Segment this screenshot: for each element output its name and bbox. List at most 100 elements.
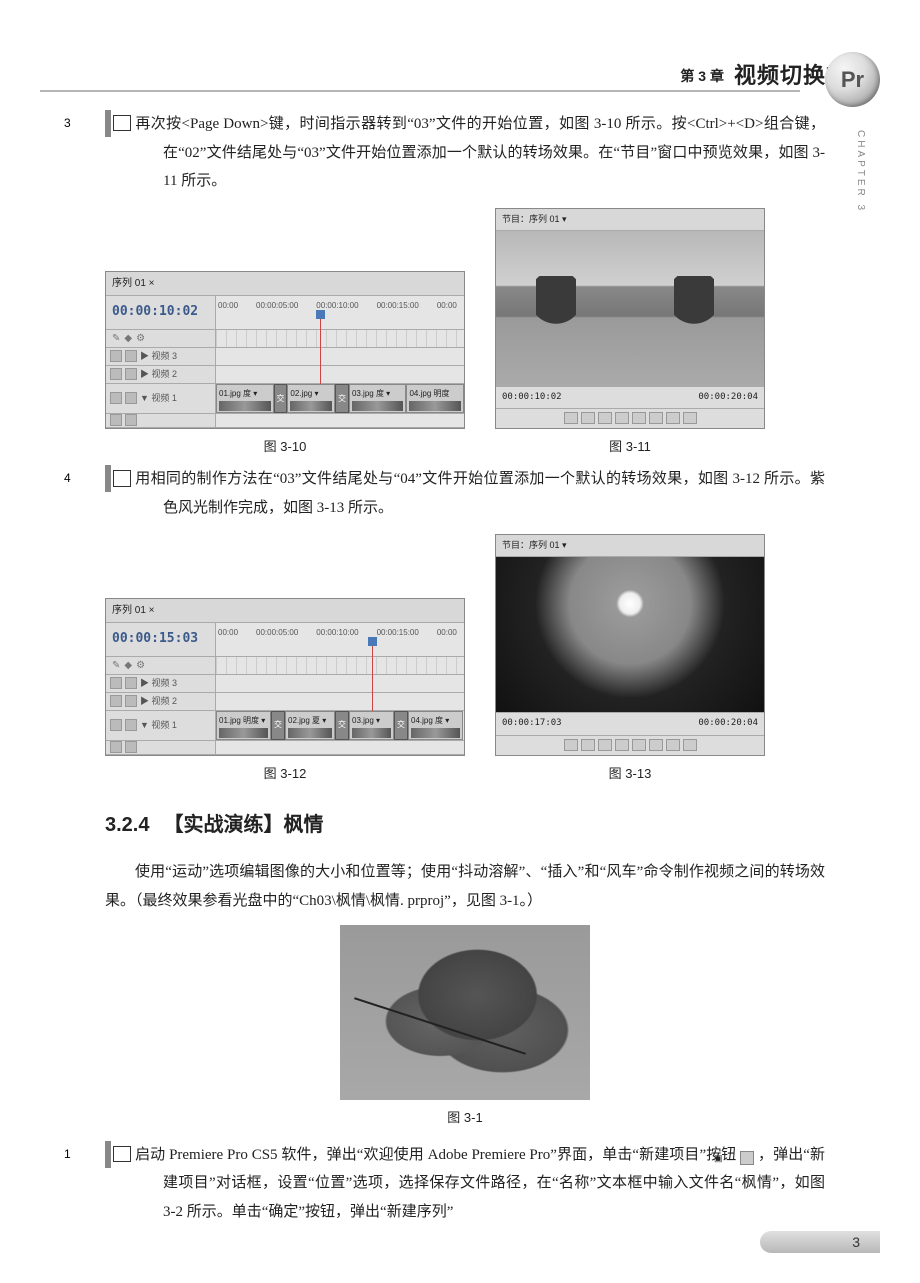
prev-button[interactable] bbox=[564, 412, 578, 424]
step-number: 1 bbox=[113, 1146, 131, 1162]
figure-3-13: 节目：序列 01 ▾ 00:00:17:03 00:00:20:04 bbox=[495, 534, 765, 786]
snap-icon[interactable]: ✎ bbox=[112, 656, 120, 675]
track-header-v3[interactable]: ▶ 视频 3 bbox=[106, 675, 216, 692]
transition-1[interactable]: 交 bbox=[271, 711, 285, 740]
clip-02[interactable]: 02.jpg ▾ bbox=[287, 384, 335, 413]
page-number: 3 bbox=[852, 1229, 860, 1256]
section-title-text: 【实战演练】枫情 bbox=[163, 814, 323, 836]
figure-row-1: 序列 01 × 00:00:10:02 00:0000:00:05:0000:0… bbox=[105, 208, 825, 460]
preview-image bbox=[496, 557, 764, 712]
eye-icon[interactable] bbox=[110, 695, 122, 707]
snap-icon[interactable]: ✎ bbox=[112, 329, 120, 348]
timeline-panel: 序列 01 × 00:00:10:02 00:0000:00:05:0000:0… bbox=[105, 271, 465, 429]
program-monitor: 节目：序列 01 ▾ 00:00:10:02 00:00:20:04 bbox=[495, 208, 765, 429]
eye-icon[interactable] bbox=[110, 677, 122, 689]
sequence-tab[interactable]: 序列 01 × bbox=[106, 272, 464, 296]
transition-1[interactable]: 交 bbox=[274, 384, 288, 413]
lock-icon[interactable] bbox=[125, 368, 137, 380]
marker-icon[interactable]: ◆ bbox=[124, 656, 132, 675]
monitor-tab[interactable]: 节目：序列 01 ▾ bbox=[496, 209, 764, 231]
track-header-v1[interactable]: ▼ 视频 1 bbox=[106, 384, 216, 413]
mark-in-button[interactable] bbox=[666, 412, 680, 424]
lock-icon[interactable] bbox=[125, 719, 137, 731]
section-heading: 3.2.4 【实战演练】枫情 bbox=[105, 806, 825, 844]
prev-button[interactable] bbox=[564, 739, 578, 751]
step-back-button[interactable] bbox=[581, 739, 595, 751]
clip-01[interactable]: 01.jpg 明度 ▾ bbox=[216, 711, 271, 740]
timeline-scrubber[interactable] bbox=[216, 657, 464, 674]
sequence-tab[interactable]: 序列 01 × bbox=[106, 599, 464, 623]
step-1-text-a: 启动 Premiere Pro CS5 软件，弹出“欢迎使用 Adobe Pre… bbox=[135, 1147, 736, 1163]
clip-04[interactable]: 04.jpg 明度 bbox=[406, 384, 464, 413]
step-back-button[interactable] bbox=[581, 412, 595, 424]
step-4-text: 用相同的制作方法在“03”文件结尾处与“04”文件开始位置添加一个默认的转场效果… bbox=[135, 471, 825, 516]
monitor-tab[interactable]: 节目：序列 01 ▾ bbox=[496, 535, 764, 557]
section-intro-paragraph: 使用“运动”选项编辑图像的大小和位置等；使用“抖动溶解”、“插入”和“风车”命令… bbox=[105, 858, 825, 915]
next-button[interactable] bbox=[632, 412, 646, 424]
track-controls bbox=[106, 414, 216, 427]
duration-timecode: 00:00:20:04 bbox=[698, 389, 758, 406]
track-header-v3[interactable]: ▶ 视频 3 bbox=[106, 348, 216, 365]
toggle-icon[interactable] bbox=[110, 741, 122, 753]
next-button[interactable] bbox=[632, 739, 646, 751]
marker-icon[interactable]: ◆ bbox=[124, 329, 132, 348]
eye-icon[interactable] bbox=[110, 719, 122, 731]
mark-out-button[interactable] bbox=[683, 412, 697, 424]
time-ruler[interactable]: 00:0000:00:05:0000:00:10:0000:00:15:0000… bbox=[216, 623, 464, 656]
toggle-icon[interactable] bbox=[125, 741, 137, 753]
video-track-1[interactable]: 01.jpg 明度 ▾ 交 02.jpg 夏 ▾ 交 03.jpg ▾ 交 04… bbox=[216, 711, 464, 740]
page-number-badge: 3 bbox=[760, 1231, 880, 1253]
timeline-tools: ✎ ◆ ⚙ bbox=[106, 330, 216, 347]
track-controls bbox=[106, 741, 216, 754]
timecode-display[interactable]: 00:00:10:02 bbox=[106, 296, 216, 329]
duration-timecode: 00:00:20:04 bbox=[698, 715, 758, 732]
mark-in-button[interactable] bbox=[666, 739, 680, 751]
loop-button[interactable] bbox=[649, 739, 663, 751]
lock-icon[interactable] bbox=[125, 392, 137, 404]
wrench-icon[interactable]: ⚙ bbox=[136, 656, 145, 675]
lock-icon[interactable] bbox=[125, 695, 137, 707]
premiere-logo-icon: Pr bbox=[825, 52, 880, 107]
figure-3-1: 图 3-1 bbox=[105, 925, 825, 1131]
video-track-1[interactable]: 01.jpg 度 ▾ 交 02.jpg ▾ 交 03.jpg 度 ▾ 04.jp… bbox=[216, 384, 464, 413]
transition-2[interactable]: 交 bbox=[335, 384, 349, 413]
transition-3[interactable]: 交 bbox=[394, 711, 408, 740]
wrench-icon[interactable]: ⚙ bbox=[136, 329, 145, 348]
eye-icon[interactable] bbox=[110, 350, 122, 362]
current-timecode[interactable]: 00:00:10:02 bbox=[502, 389, 562, 406]
eye-icon[interactable] bbox=[110, 368, 122, 380]
figure-3-10: 序列 01 × 00:00:10:02 00:0000:00:05:0000:0… bbox=[105, 271, 465, 459]
step-3-paragraph: 步骤3再次按<Page Down>键，时间指示器转到“03”文件的开始位置，如图… bbox=[105, 110, 825, 196]
current-timecode[interactable]: 00:00:17:03 bbox=[502, 715, 562, 732]
track-header-v2[interactable]: ▶ 视频 2 bbox=[106, 366, 216, 383]
clip-02[interactable]: 02.jpg 夏 ▾ bbox=[285, 711, 335, 740]
play-button[interactable] bbox=[598, 412, 612, 424]
lock-icon[interactable] bbox=[125, 350, 137, 362]
transition-2[interactable]: 交 bbox=[335, 711, 349, 740]
figure-3-11: 节目：序列 01 ▾ 00:00:10:02 00:00:20:04 bbox=[495, 208, 765, 460]
playback-controls bbox=[496, 735, 764, 755]
play-button[interactable] bbox=[598, 739, 612, 751]
timeline-scrubber[interactable] bbox=[216, 330, 464, 347]
section-number: 3.2.4 bbox=[105, 814, 149, 836]
loop-button[interactable] bbox=[649, 412, 663, 424]
eye-icon[interactable] bbox=[110, 392, 122, 404]
step-fwd-button[interactable] bbox=[615, 412, 629, 424]
lock-icon[interactable] bbox=[125, 677, 137, 689]
step-label: 步骤 bbox=[105, 110, 111, 137]
step-number: 3 bbox=[113, 115, 131, 131]
track-header-v1[interactable]: ▼ 视频 1 bbox=[106, 711, 216, 740]
step-fwd-button[interactable] bbox=[615, 739, 629, 751]
chapter-number: 第 3 章 bbox=[680, 63, 724, 90]
mark-out-button[interactable] bbox=[683, 739, 697, 751]
toggle-icon[interactable] bbox=[125, 414, 137, 426]
clip-03[interactable]: 03.jpg ▾ bbox=[349, 711, 394, 740]
toggle-icon[interactable] bbox=[110, 414, 122, 426]
time-ruler[interactable]: 00:0000:00:05:0000:00:10:0000:00:15:0000… bbox=[216, 296, 464, 329]
clip-01[interactable]: 01.jpg 度 ▾ bbox=[216, 384, 274, 413]
clip-03[interactable]: 03.jpg 度 ▾ bbox=[349, 384, 407, 413]
step-4-paragraph: 步骤4用相同的制作方法在“03”文件结尾处与“04”文件开始位置添加一个默认的转… bbox=[105, 465, 825, 522]
timecode-display[interactable]: 00:00:15:03 bbox=[106, 623, 216, 656]
track-header-v2[interactable]: ▶ 视频 2 bbox=[106, 693, 216, 710]
clip-04[interactable]: 04.jpg 度 ▾ bbox=[408, 711, 463, 740]
